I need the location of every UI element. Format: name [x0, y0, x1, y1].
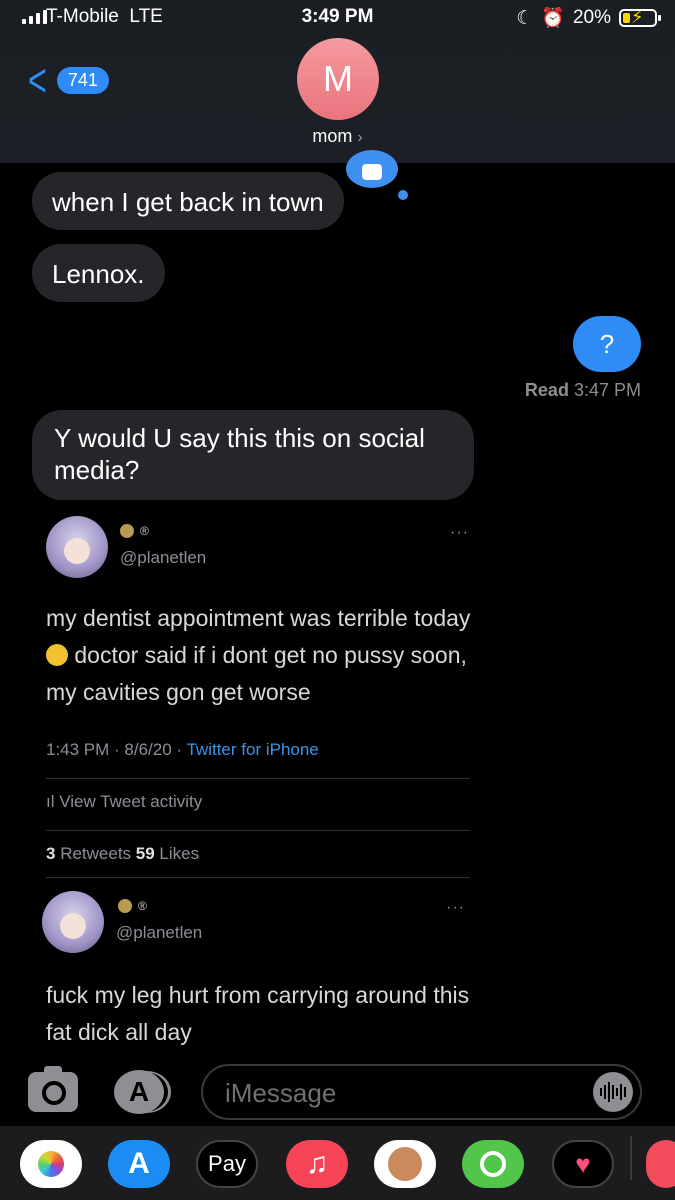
photos-app-icon[interactable] [20, 1140, 82, 1188]
status-right-icons: ☾ ⏰ 20% ⚡ [516, 6, 661, 30]
do-not-disturb-moon-icon: ☾ [516, 7, 534, 29]
tweet-screenshot-image[interactable]: ® @planetlen ··· my dentist appointment … [0, 510, 675, 880]
unread-count-badge: 741 [56, 66, 109, 94]
tweet-avatar [42, 891, 104, 953]
tweet-display-name: ® [120, 522, 149, 540]
web-app-icon[interactable] [646, 1140, 675, 1188]
tweet-stats: 3 Retweets 59 Likes [46, 844, 200, 863]
camera-icon[interactable] [28, 1066, 78, 1112]
status-bar: T-Mobile LTE 3:49 PM ☾ ⏰ 20% ⚡ [0, 0, 675, 36]
tweet-text: fuck my leg hurt from carrying around th… [46, 982, 470, 1045]
back-button[interactable]: < 741 [24, 54, 109, 106]
message-bubble-incoming[interactable]: when I get back in town [32, 172, 344, 230]
more-options-icon: ··· [446, 899, 465, 916]
bar-chart-icon: ıl [46, 792, 55, 811]
music-app-icon[interactable]: ♫ [286, 1140, 348, 1188]
message-bubble-incoming[interactable]: Y would U say this this on social media? [32, 410, 474, 500]
contact-name-button[interactable]: mom › [0, 126, 675, 147]
thought-bubble-effect-icon [346, 150, 408, 200]
heart-app-icon[interactable]: ♥ [552, 1140, 614, 1188]
chevron-right-icon: › [357, 129, 363, 146]
battery-percent: 20% [572, 7, 611, 28]
divider [46, 778, 470, 779]
app-store-icon[interactable]: A [108, 1140, 170, 1188]
planet-emoji-icon [120, 523, 134, 538]
apps-icon: A [128, 1076, 150, 1107]
tweet-source: Twitter for iPhone [186, 740, 319, 759]
avatar-initial: M [323, 58, 353, 99]
imessage-placeholder: iMessage [225, 1078, 337, 1108]
contact-name: mom [312, 126, 353, 146]
app-store-apps-button[interactable]: A [114, 1070, 164, 1114]
message-bubble-outgoing[interactable]: ? [573, 316, 641, 372]
tweet-timestamp: 1:43 PM · 8/6/20 · Twitter for iPhone [46, 740, 319, 759]
tweet-activity: ıl View Tweet activity [46, 792, 203, 811]
memoji-icon[interactable] [374, 1140, 436, 1188]
tweet-display-name: ® [118, 897, 147, 915]
chevron-left-icon: < [28, 54, 47, 106]
battery-charging-icon: ⚡ [619, 7, 661, 27]
conversation-header: T-Mobile LTE 3:49 PM ☾ ⏰ 20% ⚡ < 741 M m… [0, 0, 675, 163]
contact-avatar[interactable]: M [297, 38, 379, 120]
message-bubble-incoming[interactable]: Lennox. [32, 244, 165, 302]
audio-message-icon[interactable] [593, 1072, 633, 1112]
imessage-app-drawer: A Pay ♫ ♥ [0, 1126, 675, 1200]
imessage-input[interactable]: iMessage [201, 1064, 642, 1120]
divider [630, 1136, 632, 1180]
fitness-app-icon[interactable] [462, 1140, 524, 1188]
planet-emoji-icon [118, 898, 132, 913]
divider [46, 877, 470, 878]
read-receipt: Read 3:47 PM [524, 380, 641, 400]
apple-pay-icon[interactable]: Pay [196, 1140, 258, 1188]
divider [46, 830, 470, 831]
alarm-icon: ⏰ [541, 8, 565, 29]
tweet-avatar [46, 516, 108, 578]
tweet-text: my dentist appointment was terrible toda… [46, 605, 471, 705]
tweet-screenshot-image[interactable]: ® @planetlen ··· fuck my leg hurt from c… [0, 885, 675, 1055]
tweet-handle: @planetlen [120, 548, 207, 567]
tweet-handle: @planetlen [116, 923, 203, 942]
more-options-icon: ··· [450, 524, 469, 541]
tired-face-emoji-icon [46, 644, 68, 666]
